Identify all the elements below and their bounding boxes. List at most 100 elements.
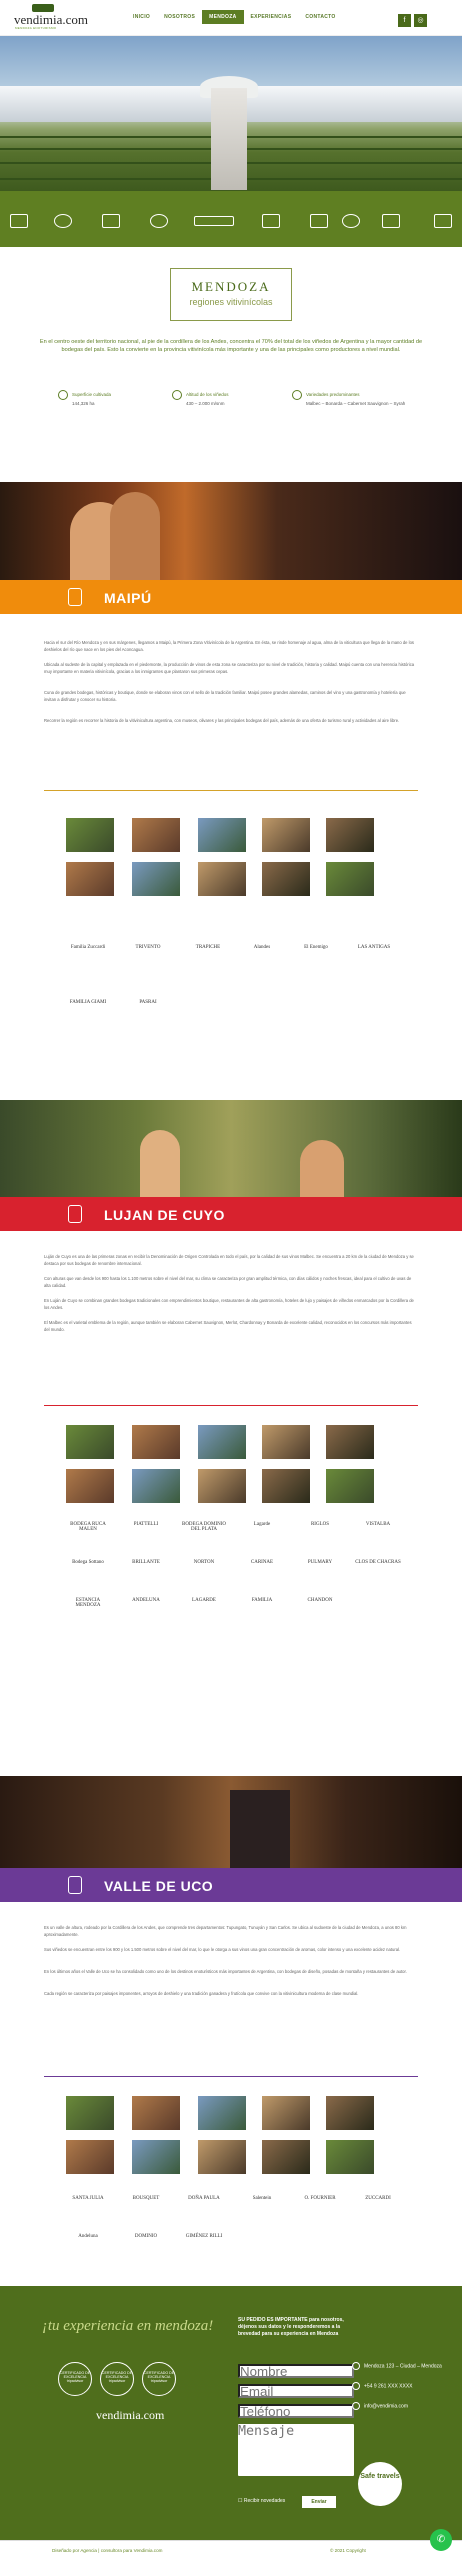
gallery-photo[interactable]: [198, 1469, 246, 1503]
winery-logo[interactable]: PIATTELLI: [122, 1522, 170, 1542]
monument: [211, 88, 247, 190]
gallery-photo[interactable]: [132, 2096, 180, 2130]
gallery-photo[interactable]: [66, 1469, 114, 1503]
divider: [44, 2076, 418, 2077]
winery-logo[interactable]: BOUSQUET: [122, 2196, 170, 2216]
gallery-photo[interactable]: [326, 862, 374, 896]
gallery-photo[interactable]: [66, 818, 114, 852]
uco-paragraph: Cada región se caracteriza por paisajes …: [44, 1991, 359, 1996]
winery-logo[interactable]: Salentein: [238, 2196, 286, 2216]
nav-nosotros[interactable]: NOSOTROS: [157, 10, 202, 24]
winery-logo[interactable]: Lagarde: [238, 1522, 286, 1542]
winery-logo[interactable]: Familia Zuccardi: [64, 945, 112, 965]
nav-contacto[interactable]: CONTACTO: [298, 10, 342, 24]
maipu-paragraph: Recorrer la región es recorrer la histor…: [44, 718, 400, 723]
email-field[interactable]: [238, 2384, 354, 2398]
winery-logo[interactable]: O. FOURNIER: [296, 2196, 344, 2216]
winery-logo[interactable]: BODEGA RUCA MALEN: [64, 1522, 112, 1542]
gallery-photo[interactable]: [262, 2096, 310, 2130]
gallery-photo[interactable]: [66, 862, 114, 896]
uco-paragraph: Sus viñedos se encuentran entre los 900 …: [44, 1947, 401, 1952]
gallery-photo[interactable]: [198, 1425, 246, 1459]
nav-mendoza[interactable]: MENDOZA: [202, 10, 244, 24]
glass-icon: [262, 214, 280, 228]
winery-logo[interactable]: ANDELUNA: [122, 1598, 170, 1618]
winery-logo[interactable]: Bodega Sottano: [64, 1560, 112, 1580]
nav-inicio[interactable]: INICIO: [126, 10, 157, 24]
winery-logo[interactable]: BODEGA DOMINIO DEL PLATA: [180, 1522, 228, 1542]
winery-logo[interactable]: DOMINIO: [122, 2234, 170, 2254]
winery-logo[interactable]: PASRAI: [124, 1000, 172, 1020]
site-logo[interactable]: vendimia.com MENDOZA ENOTURISMO: [14, 4, 88, 32]
gallery-photo[interactable]: [198, 2140, 246, 2174]
winery-logo[interactable]: TRAPICHE: [184, 945, 232, 965]
winery-logo[interactable]: ZUCCARDI: [354, 2196, 402, 2216]
gallery-photo[interactable]: [326, 1469, 374, 1503]
submit-button[interactable]: Enviar: [302, 2496, 336, 2508]
newsletter-checkbox[interactable]: ☐ Recibir novedades: [238, 2498, 285, 2504]
gallery-photo[interactable]: [326, 818, 374, 852]
winery-logo[interactable]: FAMILIA: [238, 1598, 286, 1618]
winery-logo[interactable]: CHANDON: [296, 1598, 344, 1618]
winery-logo[interactable]: TRIVENTO: [124, 945, 172, 965]
winery-logo[interactable]: VISTALBA: [354, 1522, 402, 1542]
name-field[interactable]: [238, 2364, 354, 2378]
phone-icon: [352, 2382, 360, 2390]
gallery-photo[interactable]: [66, 2096, 114, 2130]
instagram-icon[interactable]: ◎: [414, 14, 427, 27]
footer-logo[interactable]: vendimia.com: [96, 2408, 164, 2423]
phone[interactable]: +54 9 261 XXX XXXX: [352, 2382, 413, 2390]
credits[interactable]: Diseñado por Agencia | consultora para V…: [52, 2548, 163, 2553]
gallery-photo[interactable]: [262, 2140, 310, 2174]
gallery-photo[interactable]: [132, 818, 180, 852]
winery-logo[interactable]: LAGARDE: [180, 1598, 228, 1618]
message-field[interactable]: [238, 2424, 354, 2476]
gallery-photo[interactable]: [66, 1425, 114, 1459]
maipu-paragraph: Ubicada al sudeste de la capital y empla…: [44, 662, 415, 674]
gallery-photo[interactable]: [262, 818, 310, 852]
gallery-photo[interactable]: [132, 2140, 180, 2174]
gallery-photo[interactable]: [262, 1469, 310, 1503]
winery-logo[interactable]: ESTANCIA MENDOZA: [64, 1598, 112, 1618]
winery-logo[interactable]: PULMARY: [296, 1560, 344, 1580]
facebook-icon[interactable]: f: [398, 14, 411, 27]
stat-altitude: Altitud de los viñedos 430 – 2.000 m/snm: [172, 390, 292, 406]
gallery-photo[interactable]: [326, 2096, 374, 2130]
gallery-photo[interactable]: [262, 862, 310, 896]
gallery-photo[interactable]: [198, 2096, 246, 2130]
logo-subtext: MENDOZA ENOTURISMO: [15, 26, 57, 30]
winery-logo[interactable]: El Enemigo: [292, 945, 340, 965]
gallery-photo[interactable]: [132, 862, 180, 896]
divider: [44, 1405, 418, 1406]
bottle-icon: [32, 4, 54, 12]
winery-logo[interactable]: DOÑA PAULA: [180, 2196, 228, 2216]
gallery-photo[interactable]: [326, 1425, 374, 1459]
winery-logo[interactable]: LAS ANTIGAS: [350, 945, 398, 965]
winery-logo[interactable]: GIMÉNEZ RILLI: [180, 2234, 228, 2254]
grape-leaf-icon: [54, 214, 72, 228]
winery-logo[interactable]: CLOS DE CHACRAS: [354, 1560, 402, 1580]
gallery-photo[interactable]: [198, 818, 246, 852]
gallery-photo[interactable]: [262, 1425, 310, 1459]
gallery-photo[interactable]: [132, 1469, 180, 1503]
gallery-photo[interactable]: [132, 1425, 180, 1459]
gallery-photo[interactable]: [198, 862, 246, 896]
winery-logo[interactable]: FAMILIA GIAMI: [64, 1000, 112, 1020]
winery-logo[interactable]: NORTON: [180, 1560, 228, 1580]
email[interactable]: info@vendimia.com: [352, 2402, 408, 2410]
area-icon: [58, 390, 68, 400]
gallery-photo[interactable]: [66, 2140, 114, 2174]
phone-field[interactable]: [238, 2404, 354, 2418]
winery-logo[interactable]: CARINAE: [238, 1560, 286, 1580]
intro-text: En el centro oeste del territorio nacion…: [39, 339, 423, 353]
gallery-photo[interactable]: [326, 2140, 374, 2174]
winery-logo[interactable]: Alandes: [238, 945, 286, 965]
winery-logo[interactable]: Andeluna: [64, 2234, 112, 2254]
nav-experiencias[interactable]: EXPERIENCIAS: [244, 10, 299, 24]
map-pin-icon: [342, 214, 360, 228]
whatsapp-icon[interactable]: ✆: [430, 2529, 452, 2551]
winery-logo[interactable]: SANTA JULIA: [64, 2196, 112, 2216]
winery-logo[interactable]: RIGLOS: [296, 1522, 344, 1542]
wine-glass-icon: [10, 214, 28, 228]
winery-logo[interactable]: BRILLANTE: [122, 1560, 170, 1580]
